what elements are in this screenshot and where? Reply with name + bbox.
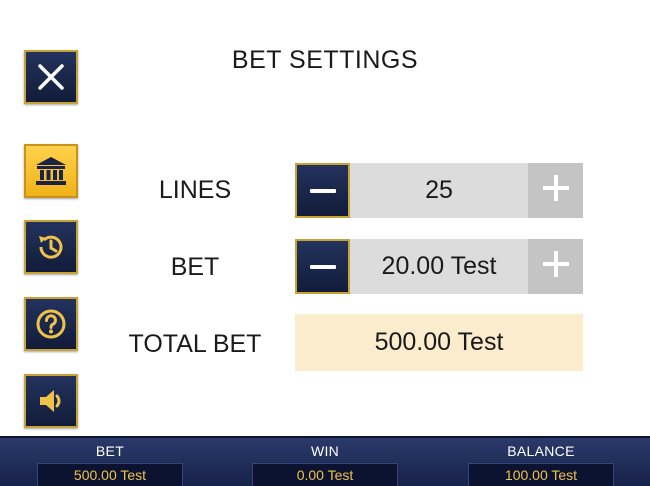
bottom-status-bar: BET 500.00 Test WIN 0.00 Test BALANCE 10… [0, 436, 650, 486]
win-stat-value: 0.00 Test [252, 463, 398, 486]
close-button[interactable] [24, 50, 78, 104]
help-icon [35, 308, 67, 340]
bet-increase-button[interactable] [528, 239, 583, 294]
balance-stat-label: BALANCE [507, 443, 575, 459]
minus-icon [309, 264, 336, 269]
lines-decrease-button[interactable] [295, 163, 350, 218]
win-stat: WIN 0.00 Test [250, 438, 400, 486]
bank-icon [34, 155, 68, 187]
lines-label: LINES [158, 176, 232, 204]
sound-icon [35, 385, 67, 417]
history-button[interactable] [24, 220, 78, 274]
close-icon [36, 62, 66, 92]
bet-stat-label: BET [95, 443, 125, 459]
bet-settings-button[interactable] [24, 144, 78, 198]
lines-value: 25 [425, 176, 453, 204]
bet-value: 20.00 Test [381, 252, 497, 280]
balance-stat-value: 100.00 Test [468, 463, 614, 486]
plus-icon [541, 173, 571, 208]
plus-icon [541, 249, 571, 284]
sound-button[interactable] [24, 374, 78, 428]
bet-label: BET [170, 253, 220, 281]
page-title: BET SETTINGS [231, 46, 419, 74]
total-bet-value: 500.00 Test [295, 314, 583, 371]
lines-stepper: 25 [295, 163, 583, 218]
bet-stat-value: 500.00 Test [37, 463, 183, 486]
lines-increase-button[interactable] [528, 163, 583, 218]
total-bet-label: TOTAL BET [128, 330, 262, 358]
minus-icon [309, 188, 336, 193]
help-button[interactable] [24, 297, 78, 351]
bet-stat: BET 500.00 Test [35, 438, 185, 486]
balance-stat: BALANCE 100.00 Test [466, 438, 616, 486]
win-stat-label: WIN [310, 443, 340, 459]
bet-decrease-button[interactable] [295, 239, 350, 294]
history-icon [35, 231, 67, 263]
bet-stepper: 20.00 Test [295, 239, 583, 294]
